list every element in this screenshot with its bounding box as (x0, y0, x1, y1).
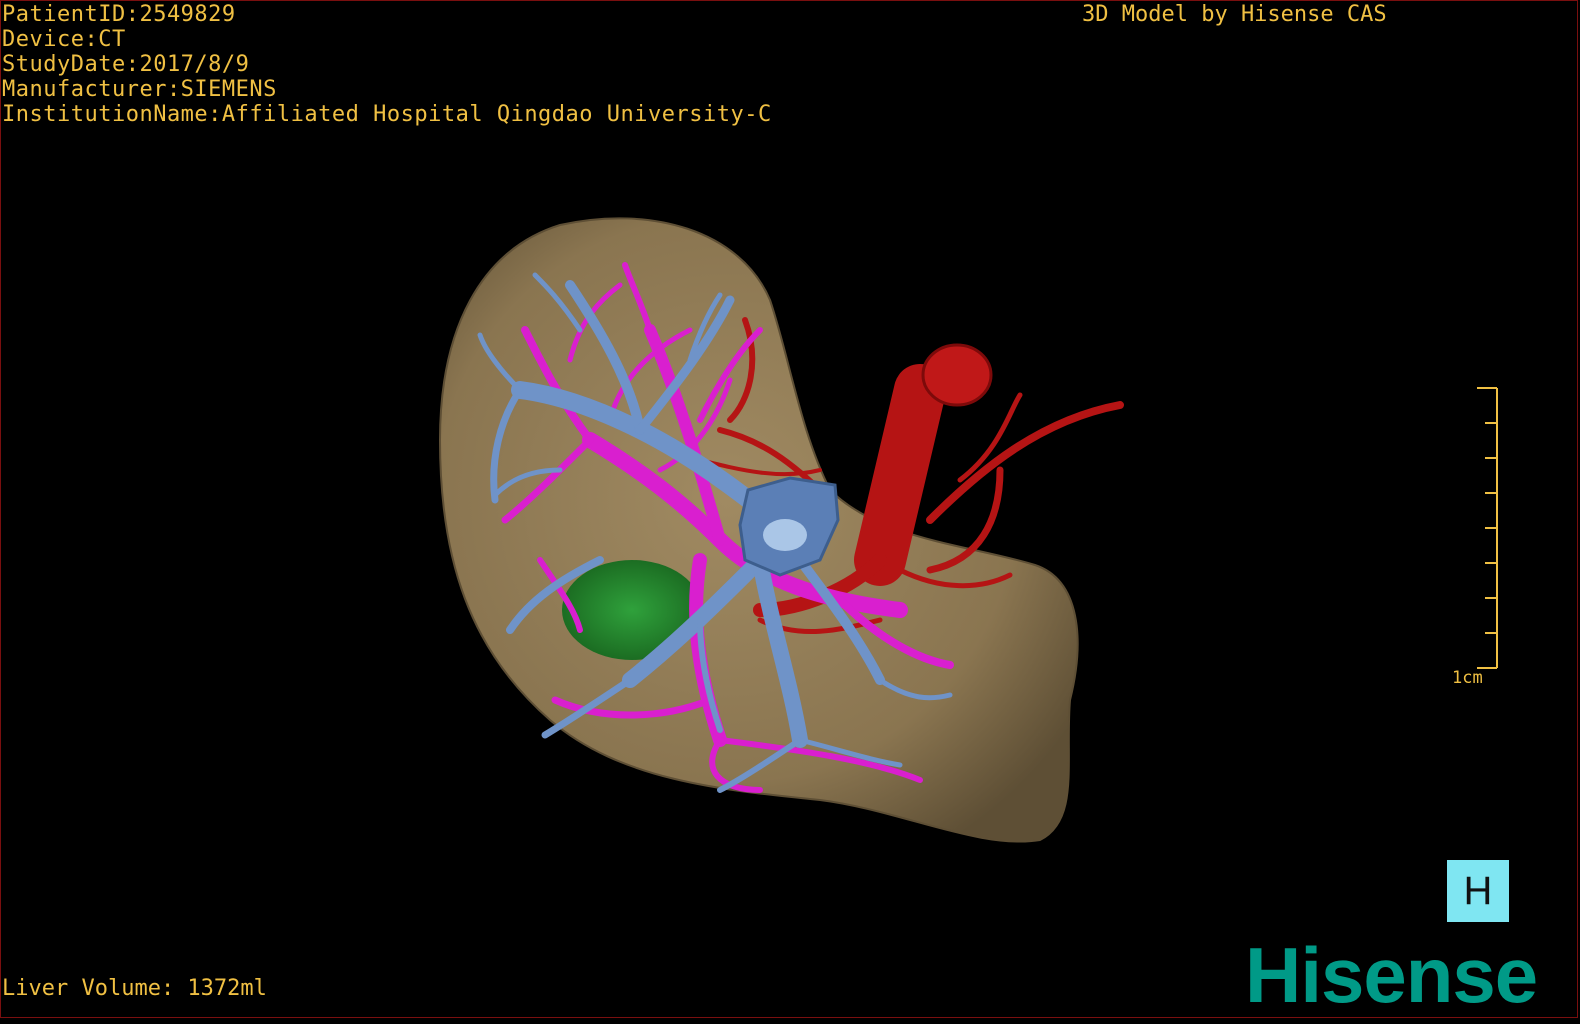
hisense-logo: Hisense (1245, 931, 1538, 1019)
orientation-cube-button[interactable]: H (1447, 860, 1509, 922)
device: Device:CT (2, 27, 126, 52)
liver-volume: Liver Volume: 1372ml (2, 976, 267, 1001)
study-date: StudyDate:2017/8/9 (2, 52, 250, 77)
patient-id: PatientID:2549829 (2, 2, 236, 27)
model-credit: 3D Model by Hisense CAS (1082, 2, 1387, 27)
manufacturer: Manufacturer:SIEMENS (2, 77, 277, 102)
institution-name: InstitutionName:Affiliated Hospital Qing… (2, 102, 772, 127)
dicom-info-overlay: PatientID:2549829 Device:CT StudyDate:20… (2, 2, 772, 127)
viewport-border (0, 0, 1578, 1018)
scale-bar-label: 1cm (1452, 668, 1483, 688)
